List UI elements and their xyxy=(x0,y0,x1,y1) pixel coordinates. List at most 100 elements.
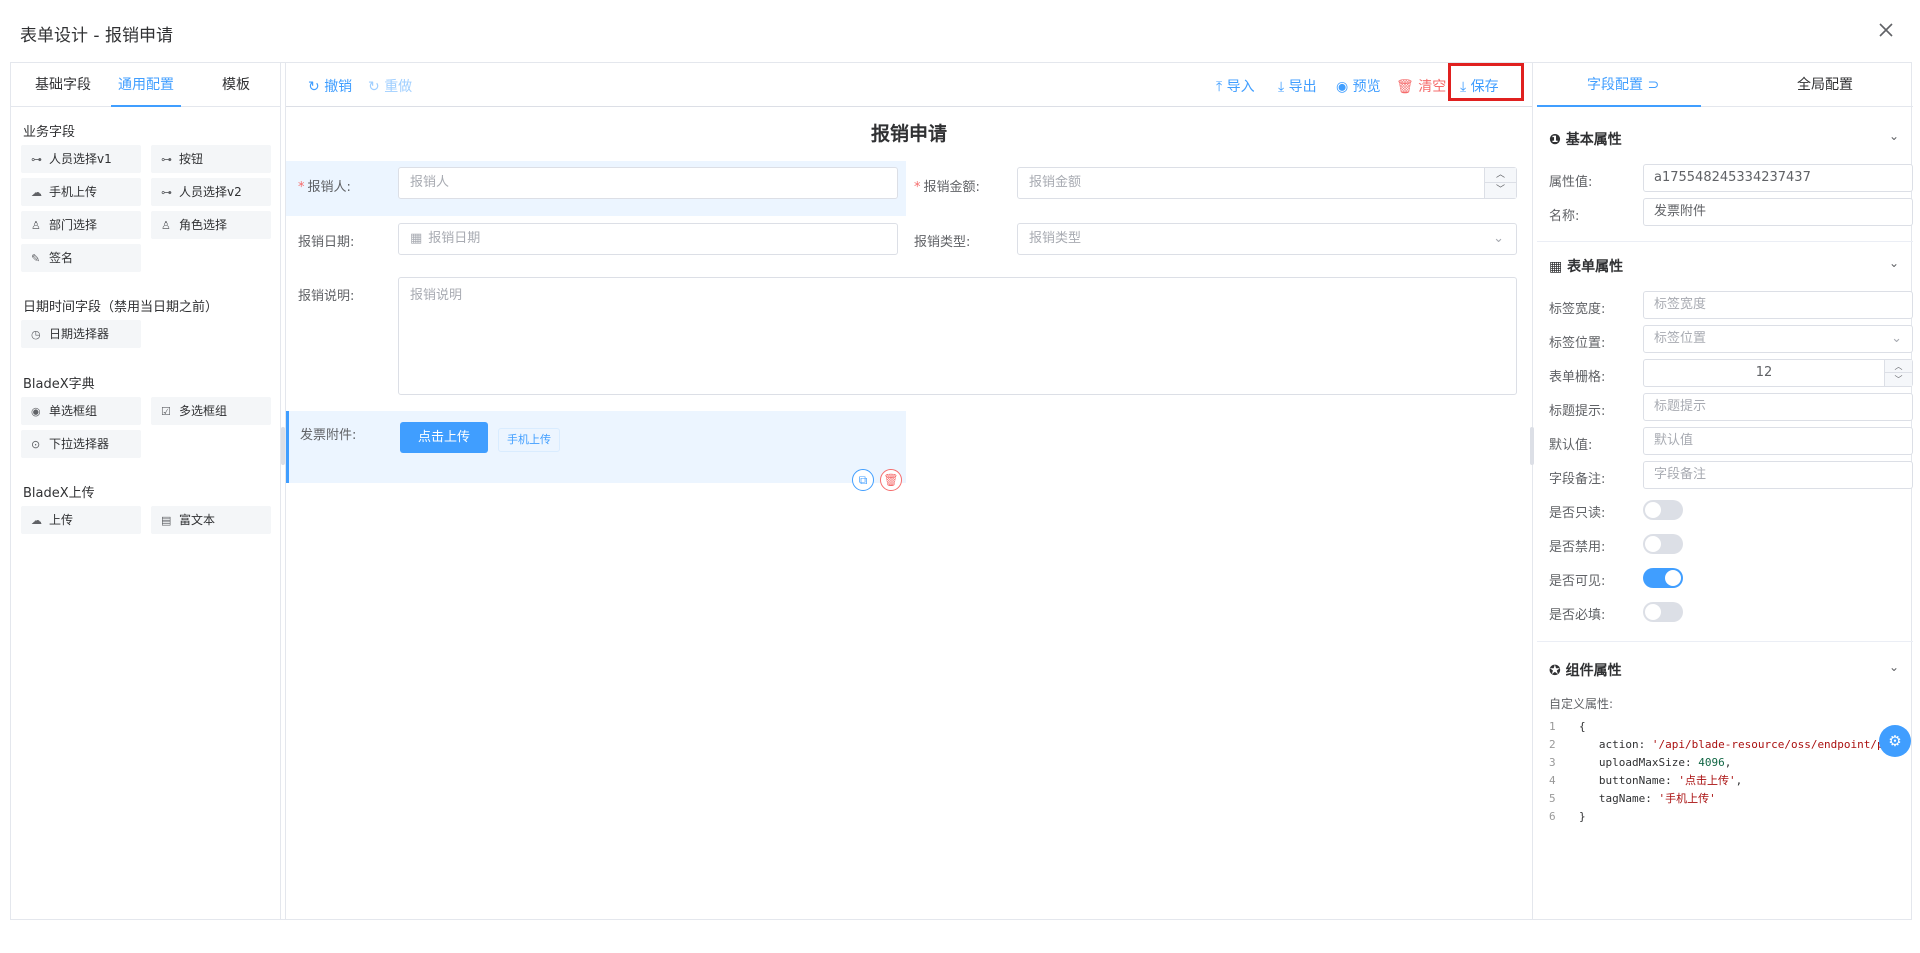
required-switch[interactable] xyxy=(1643,602,1683,622)
date-input[interactable]: ▦ 报销日期 xyxy=(398,223,898,255)
visible-switch[interactable] xyxy=(1643,568,1683,588)
group-title-upload: BladeX上传 xyxy=(23,486,95,501)
trash-icon: 🗑 xyxy=(1396,79,1419,95)
config-panel: 字段配置 ⊃ 全局配置 ❶ 基本属性 ⌄ 属性值: a1755482453342… xyxy=(1537,63,1913,919)
form-canvas: ↻ 撤销 ↻ 重做 ⤒ 导入 ⤓ 导出 ◉ 预览 🗑 清空 ⤓ 保存 报销申请 … xyxy=(285,63,1534,919)
group-title-datetime: 日期时间字段（禁用当日期之前） xyxy=(23,300,219,315)
mobile-upload-tag[interactable]: 手机上传 xyxy=(498,428,560,452)
import-button[interactable]: ⤒ 导入 xyxy=(1216,76,1255,96)
dialog-title: 表单设计 - 报销申请 xyxy=(20,26,173,46)
tab-common-config[interactable]: 通用配置 xyxy=(111,63,181,107)
applicant-input[interactable]: 报销人 xyxy=(398,167,898,199)
default-input[interactable]: 默认值 xyxy=(1643,427,1913,455)
clock-icon: ◷ xyxy=(31,328,41,341)
palette-item-date-picker[interactable]: ◷ 日期选择器 xyxy=(21,320,141,348)
type-select[interactable]: 报销类型 ⌄ xyxy=(1017,223,1517,255)
label-width-input[interactable]: 标签宽度 xyxy=(1643,291,1913,319)
right-resize-handle[interactable] xyxy=(1530,427,1534,465)
active-tab-indicator xyxy=(1537,105,1701,107)
chevron-down-icon[interactable]: ⌄ xyxy=(1889,660,1899,674)
upload-icon: ⤒ xyxy=(1216,79,1227,95)
palette-item-user-select-v2[interactable]: ⊶ 人员选择v2 xyxy=(151,178,271,206)
palette-item-rich-text[interactable]: ▤ 富文本 xyxy=(151,506,271,534)
palette-item-radio-group[interactable]: ◉ 单选框组 xyxy=(21,397,141,425)
canvas-toolbar: ↻ 撤销 ↻ 重做 ⤒ 导入 ⤓ 导出 ◉ 预览 🗑 清空 ⤓ 保存 xyxy=(286,63,1532,107)
label-pos-label: 标签位置: xyxy=(1549,336,1606,351)
label-width-label: 标签宽度: xyxy=(1549,302,1606,317)
upload-button[interactable]: 点击上传 xyxy=(400,422,488,453)
calendar-icon: ▦ xyxy=(410,231,423,246)
cloud-upload-icon: ☁ xyxy=(31,514,42,527)
palette-item-role-select[interactable]: ♙ 角色选择 xyxy=(151,211,271,239)
section-basic[interactable]: ❶ 基本属性 xyxy=(1549,129,1622,149)
amount-input[interactable]: 报销金额 ︿ ﹀ xyxy=(1017,167,1517,199)
default-label: 默认值: xyxy=(1549,438,1593,453)
attachment-field-selected[interactable] xyxy=(286,411,906,483)
readonly-switch[interactable] xyxy=(1643,500,1683,520)
export-button[interactable]: ⤓ 导出 xyxy=(1278,76,1317,96)
palette-item-checkbox-group[interactable]: ☑ 多选框组 xyxy=(151,397,271,425)
code-editor[interactable]: 1{ 2 action: '/api/blade-resource/oss/en… xyxy=(1549,718,1913,918)
field-palette: 基础字段 通用配置 模板 业务字段 ⊶ 人员选择v1 ⊶ 按钮 ☁ 手机上传 ⊶ 人员选… xyxy=(11,63,285,919)
save-button[interactable]: ⤓ 保存 xyxy=(1460,76,1499,96)
copy-icon[interactable]: ⧉ xyxy=(852,469,874,491)
label-pos-select[interactable]: 标签位置 ⌄ xyxy=(1643,325,1913,353)
divider xyxy=(1537,641,1913,642)
grid-icon: ▦ xyxy=(1549,259,1568,275)
gear-icon[interactable]: ⚙ xyxy=(1879,725,1911,757)
group-title-business: 业务字段 xyxy=(23,125,76,140)
chevron-down-icon[interactable]: ⌄ xyxy=(1889,256,1899,270)
palette-item-signature[interactable]: ✎ 签名 xyxy=(21,244,141,272)
close-icon[interactable] xyxy=(1874,18,1898,42)
disabled-switch[interactable] xyxy=(1643,534,1683,554)
delete-icon[interactable]: 🗑 xyxy=(880,469,902,491)
palette-item-dept-select[interactable]: ♙ 部门选择 xyxy=(21,211,141,239)
clear-button[interactable]: 🗑 清空 xyxy=(1396,76,1446,96)
tab-basic-fields[interactable]: 基础字段 xyxy=(23,63,103,107)
divider xyxy=(1537,241,1913,242)
form-title: 报销申请 xyxy=(870,123,947,145)
grid-stepper[interactable]: 12 ︿ ﹀ xyxy=(1643,359,1913,387)
chevron-down-icon: ⌄ xyxy=(1493,231,1504,246)
amount-stepper[interactable]: ︿ ﹀ xyxy=(1484,168,1516,198)
checkbox-icon: ☑ xyxy=(161,405,171,418)
chevron-down-icon[interactable]: ﹀ xyxy=(1885,373,1912,386)
download-icon: ⤓ xyxy=(1278,79,1289,95)
applicant-label: * 报销人: xyxy=(298,180,351,195)
palette-item-upload[interactable]: ☁ 上传 xyxy=(21,506,141,534)
undo-icon: ↻ xyxy=(308,79,325,95)
section-form-props[interactable]: ▦ 表单属性 xyxy=(1549,256,1623,276)
group-title-dict: BladeX字典 xyxy=(23,377,95,392)
name-input[interactable]: 发票附件 xyxy=(1643,198,1913,226)
grid-stepper-buttons[interactable]: ︿ ﹀ xyxy=(1884,360,1912,386)
radio-icon: ◉ xyxy=(31,405,41,418)
tab-field-config[interactable]: 字段配置 ⊃ xyxy=(1587,63,1659,107)
component-icon: ✪ xyxy=(1549,663,1566,679)
tip-input[interactable]: 标题提示 xyxy=(1643,393,1913,421)
palette-item-select[interactable]: ⊙ 下拉选择器 xyxy=(21,430,141,458)
preview-button[interactable]: ◉ 预览 xyxy=(1336,76,1381,96)
rich-text-icon: ▤ xyxy=(161,514,172,527)
disabled-label: 是否禁用: xyxy=(1549,540,1606,555)
tab-templates[interactable]: 模板 xyxy=(201,63,271,107)
active-tab-indicator xyxy=(111,105,181,107)
chevron-up-icon[interactable]: ︿ xyxy=(1485,168,1516,183)
palette-item-mobile-upload[interactable]: ☁ 手机上传 xyxy=(21,178,141,206)
section-component-props[interactable]: ✪ 组件属性 xyxy=(1549,660,1622,680)
chevron-up-icon[interactable]: ︿ xyxy=(1885,360,1912,373)
palette-item-user-select-v1[interactable]: ⊶ 人员选择v1 xyxy=(21,145,141,173)
redo-button[interactable]: ↻ 重做 xyxy=(368,76,412,96)
chevron-down-icon[interactable]: ﹀ xyxy=(1485,183,1516,198)
name-label: 名称: xyxy=(1549,209,1580,224)
desc-textarea[interactable]: 报销说明 xyxy=(398,277,1517,395)
chevron-circle-icon: ⊙ xyxy=(31,438,41,451)
undo-button[interactable]: ↻ 撤销 xyxy=(308,76,352,96)
chevron-down-icon[interactable]: ⌄ xyxy=(1889,129,1899,143)
prop-value-input[interactable]: a175548245334237437 xyxy=(1643,164,1913,192)
remark-input[interactable]: 字段备注 xyxy=(1643,461,1913,489)
custom-props-label: 自定义属性: xyxy=(1549,697,1614,711)
palette-item-button[interactable]: ⊶ 按钮 xyxy=(151,145,271,173)
amount-label: * 报销金额: xyxy=(914,180,980,195)
grid-label: 表单栅格: xyxy=(1549,370,1606,385)
tab-global-config[interactable]: 全局配置 xyxy=(1797,63,1853,107)
